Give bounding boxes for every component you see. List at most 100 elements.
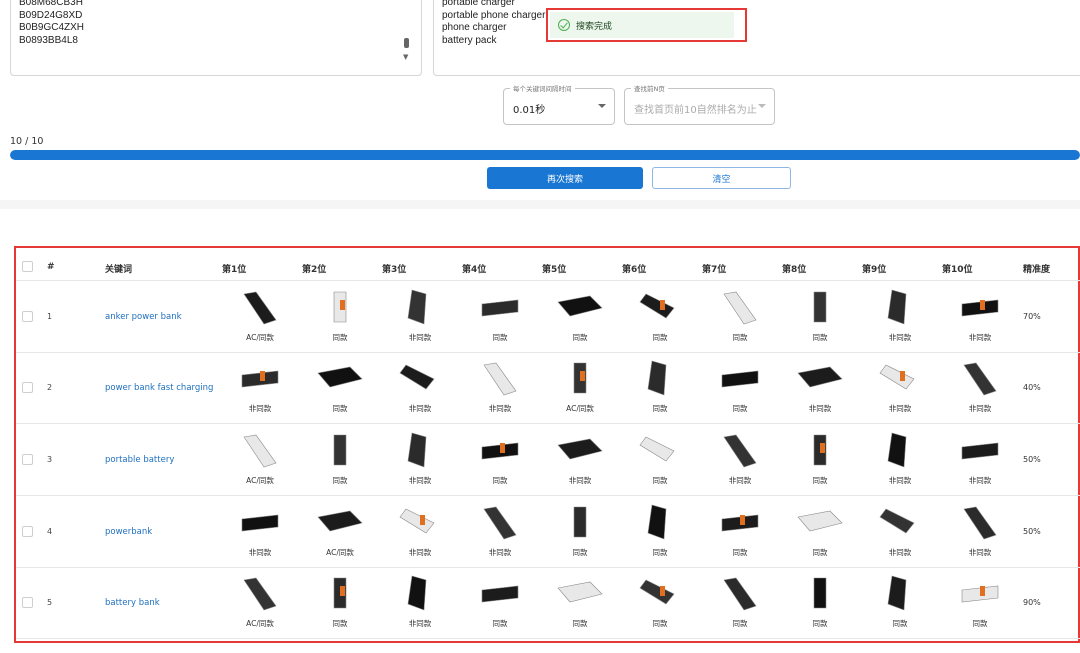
- product-cell[interactable]: 非同款: [950, 429, 1010, 489]
- keyword-line: portable charger: [442, 0, 515, 8]
- scroll-down-icon[interactable]: ▼: [403, 53, 408, 61]
- product-cell[interactable]: 同款: [630, 286, 690, 346]
- product-image: [557, 581, 603, 603]
- product-cell[interactable]: 非同款: [710, 429, 770, 489]
- match-label: 非同款: [408, 476, 432, 485]
- product-cell[interactable]: 同款: [870, 572, 930, 632]
- product-image: [407, 575, 427, 611]
- product-cell[interactable]: 同款: [630, 501, 690, 561]
- asin-line: B09D24G8XD: [19, 9, 83, 21]
- row-number: 3: [47, 454, 53, 464]
- product-cell[interactable]: 非同款: [870, 286, 930, 346]
- product-cell[interactable]: 同款: [310, 572, 370, 632]
- product-cell[interactable]: 同款: [310, 286, 370, 346]
- keyword-link[interactable]: anker power bank: [105, 312, 182, 322]
- product-cell[interactable]: 非同款: [390, 357, 450, 417]
- product-image: [243, 291, 277, 325]
- product-cell[interactable]: AC/同款: [230, 572, 290, 632]
- match-label: 非同款: [408, 548, 432, 557]
- match-label: 同款: [652, 476, 668, 485]
- column-header: 第6位: [622, 265, 647, 275]
- keyword-link[interactable]: battery bank: [105, 598, 160, 608]
- product-cell[interactable]: 同款: [790, 572, 850, 632]
- search-again-button[interactable]: 再次搜索: [487, 167, 643, 189]
- match-label: 非同款: [888, 333, 912, 342]
- asin-line: B0B9GC4ZXH: [19, 22, 85, 33]
- product-cell[interactable]: 非同款: [950, 501, 1010, 561]
- accuracy-value: 40%: [1023, 382, 1041, 392]
- interval-select[interactable]: 每个关键词间隔时间 0.01秒: [503, 83, 615, 125]
- product-cell[interactable]: 同款: [710, 501, 770, 561]
- product-cell[interactable]: 非同款: [470, 357, 530, 417]
- product-cell[interactable]: 非同款: [390, 429, 450, 489]
- product-cell[interactable]: AC/同款: [230, 286, 290, 346]
- keyword-link[interactable]: power bank fast charging: [105, 383, 213, 393]
- product-cell[interactable]: 同款: [550, 501, 610, 561]
- product-cell[interactable]: 同款: [470, 286, 530, 346]
- product-cell[interactable]: AC/同款: [230, 429, 290, 489]
- product-image: [723, 577, 757, 611]
- product-cell[interactable]: 非同款: [470, 501, 530, 561]
- product-cell[interactable]: 同款: [470, 572, 530, 632]
- product-cell[interactable]: 非同款: [390, 286, 450, 346]
- match-label: 同款: [652, 548, 668, 557]
- product-cell[interactable]: 同款: [710, 357, 770, 417]
- product-cell[interactable]: 同款: [630, 572, 690, 632]
- product-cell[interactable]: 非同款: [230, 501, 290, 561]
- asin-textarea[interactable]: B08M68CB3H B09D24G8XD B0B9GC4ZXH B0893BB…: [10, 0, 422, 76]
- row-checkbox[interactable]: [22, 310, 33, 322]
- match-label: 非同款: [968, 476, 992, 485]
- product-cell[interactable]: 同款: [630, 357, 690, 417]
- product-cell[interactable]: AC/同款: [550, 357, 610, 417]
- product-cell[interactable]: 非同款: [390, 572, 450, 632]
- product-image: [961, 585, 999, 603]
- product-image: [483, 506, 517, 540]
- product-cell[interactable]: 非同款: [950, 286, 1010, 346]
- product-image: [557, 295, 603, 317]
- row-checkbox[interactable]: [22, 453, 33, 465]
- row-divider: [16, 423, 1080, 424]
- scrollbar-thumb[interactable]: [404, 38, 409, 48]
- product-cell[interactable]: 同款: [790, 501, 850, 561]
- product-cell[interactable]: 同款: [310, 429, 370, 489]
- keyword-link[interactable]: powerbank: [105, 527, 152, 537]
- product-image: [333, 577, 347, 609]
- product-cell[interactable]: 非同款: [950, 357, 1010, 417]
- product-cell[interactable]: 非同款: [790, 357, 850, 417]
- row-checkbox[interactable]: [22, 596, 33, 608]
- product-image: [481, 299, 519, 317]
- keyword-textarea[interactable]: portable charger portable phone charger …: [433, 0, 1080, 76]
- product-cell[interactable]: 非同款: [390, 501, 450, 561]
- product-cell[interactable]: 同款: [710, 572, 770, 632]
- clear-button[interactable]: 清空: [652, 167, 791, 189]
- match-label: 非同款: [248, 548, 272, 557]
- product-cell[interactable]: 同款: [550, 572, 610, 632]
- product-cell[interactable]: 非同款: [550, 429, 610, 489]
- select-all-checkbox[interactable]: [22, 261, 33, 272]
- product-cell[interactable]: 同款: [470, 429, 530, 489]
- product-cell[interactable]: 同款: [630, 429, 690, 489]
- product-cell[interactable]: 非同款: [870, 357, 930, 417]
- match-label: 非同款: [408, 404, 432, 413]
- product-cell[interactable]: 同款: [310, 357, 370, 417]
- pages-select[interactable]: 查找前N页 查找首页前10自然排名为止: [624, 83, 775, 125]
- product-cell[interactable]: 非同款: [230, 357, 290, 417]
- product-image: [243, 434, 277, 468]
- row-checkbox[interactable]: [22, 381, 33, 393]
- asin-line: B08M68CB3H: [19, 0, 83, 8]
- accuracy-value: 70%: [1023, 311, 1041, 321]
- product-cell[interactable]: 同款: [790, 286, 850, 346]
- product-cell[interactable]: 同款: [790, 429, 850, 489]
- row-checkbox[interactable]: [22, 525, 33, 537]
- product-cell[interactable]: 非同款: [870, 429, 930, 489]
- match-label: 非同款: [968, 333, 992, 342]
- product-cell[interactable]: 同款: [710, 286, 770, 346]
- product-cell[interactable]: AC/同款: [310, 501, 370, 561]
- match-label: 同款: [492, 333, 508, 342]
- product-cell[interactable]: 同款: [950, 572, 1010, 632]
- product-cell[interactable]: 同款: [550, 286, 610, 346]
- asin-scrollbar[interactable]: ▼: [401, 0, 413, 65]
- product-image: [481, 585, 519, 603]
- keyword-link[interactable]: portable battery: [105, 455, 174, 465]
- product-cell[interactable]: 非同款: [870, 501, 930, 561]
